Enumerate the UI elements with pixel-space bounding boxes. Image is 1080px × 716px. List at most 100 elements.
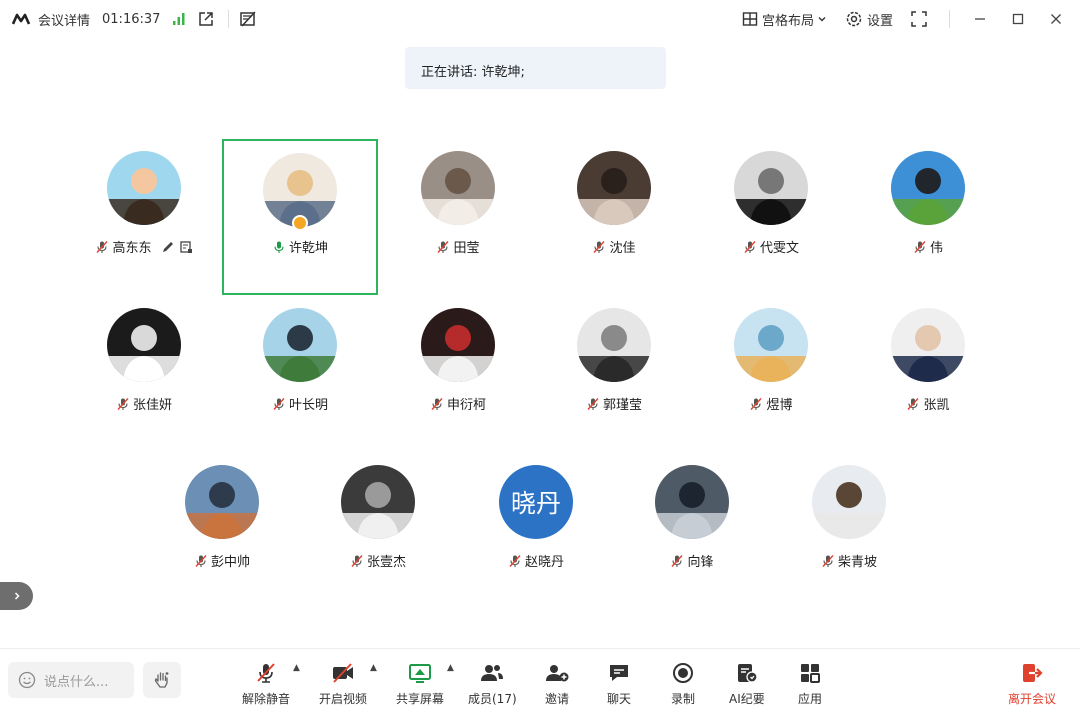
settings-button[interactable]: 设置	[845, 10, 893, 29]
mic-muted-icon	[509, 554, 521, 567]
raise-hand-button[interactable]	[143, 662, 181, 698]
meeting-info-link[interactable]: 会议详情	[38, 10, 90, 29]
avatar	[341, 465, 415, 539]
ai-notes-label: AI纪要	[729, 692, 765, 706]
mic-muted-icon	[437, 240, 450, 253]
participant-name-row: 高东东	[66, 237, 222, 256]
participant-name-row: 叶长明	[222, 394, 378, 413]
annotate-icon[interactable]	[239, 10, 257, 28]
participant-name: 张凯	[923, 398, 950, 413]
mic-muted-icon	[671, 554, 684, 567]
participant-tile[interactable]: 申衍柯	[380, 296, 536, 452]
fullscreen-button[interactable]	[911, 11, 931, 27]
participant-tile[interactable]: 代雯文	[693, 139, 849, 295]
participant-tile[interactable]: 沈佳	[536, 139, 692, 295]
participant-name: 煜博	[766, 398, 793, 413]
avatar-photo	[891, 151, 965, 225]
camera-off-icon	[333, 663, 353, 683]
audio-options-caret[interactable]: ▲	[293, 663, 300, 673]
participant-name-row: 申衍柯	[380, 394, 536, 413]
signal-icon[interactable]	[172, 12, 186, 26]
avatar	[577, 151, 651, 225]
avatar	[263, 308, 337, 382]
ai-notes-icon	[737, 664, 758, 683]
participant-tile[interactable]: 叶长明	[222, 296, 378, 452]
chat-label: 聊天	[607, 692, 632, 706]
popout-icon[interactable]	[198, 11, 214, 27]
mic-muted-icon	[117, 397, 129, 410]
participant-name: 申衍柯	[446, 398, 486, 413]
share-options-caret[interactable]: ▲	[447, 663, 454, 673]
avatar	[107, 151, 181, 225]
apps-button[interactable]: 应用	[798, 661, 822, 707]
participant-name: 向锋	[687, 555, 714, 570]
mic-muted-icon	[593, 240, 606, 253]
window-divider	[949, 10, 950, 28]
avatar-photo	[107, 308, 181, 382]
participant-tile[interactable]: 张壹杰	[300, 453, 456, 609]
participant-tile[interactable]: 张凯	[850, 296, 1006, 452]
participant-tile[interactable]: 向锋	[614, 453, 770, 609]
invite-button[interactable]: 邀请	[544, 661, 570, 707]
participant-name: 叶长明	[288, 398, 328, 413]
participant-name-row: 许乾坤	[224, 237, 376, 256]
participant-name-row: 张佳妍	[66, 394, 222, 413]
start-video-button[interactable]: 开启视频	[319, 661, 367, 707]
grid-layout-icon	[742, 12, 758, 26]
settings-label: 设置	[866, 13, 893, 29]
unmute-label: 解除静音	[242, 692, 291, 706]
layout-label: 宫格布局	[761, 13, 814, 29]
participant-name: 赵晓丹	[524, 555, 564, 570]
participant-name-row: 张壹杰	[300, 551, 456, 570]
chat-button[interactable]: 聊天	[607, 661, 631, 707]
avatar-photo	[577, 308, 651, 382]
maximize-button[interactable]	[1010, 11, 1026, 27]
minimize-button[interactable]	[972, 11, 988, 27]
close-button[interactable]	[1048, 11, 1064, 27]
close-icon	[1051, 14, 1061, 24]
chevron-right-icon	[14, 592, 20, 600]
leave-meeting-button[interactable]: 离开会议	[1008, 661, 1056, 707]
participant-name: 田莹	[453, 241, 480, 256]
participant-tile[interactable]: 田莹	[380, 139, 536, 295]
participant-name-row: 伟	[850, 237, 1006, 256]
participant-name: 沈佳	[609, 241, 636, 256]
host-badge-icon	[292, 215, 308, 231]
members-button[interactable]: 成员(17)	[468, 661, 517, 707]
participant-tile[interactable]: 伟	[850, 139, 1006, 295]
unmute-button[interactable]: 解除静音	[242, 661, 290, 707]
side-panel-toggle[interactable]	[0, 582, 33, 610]
app-logo-icon	[12, 13, 31, 25]
record-button[interactable]: 录制	[671, 661, 695, 707]
avatar-photo	[263, 308, 337, 382]
ai-notes-button[interactable]: AI纪要	[729, 661, 765, 707]
mic-muted-icon	[195, 554, 207, 567]
share-screen-button[interactable]: 共享屏幕	[396, 661, 444, 707]
chat-icon	[610, 665, 628, 681]
participant-tile[interactable]: 柴青坡	[771, 453, 927, 609]
layout-dropdown[interactable]: 宫格布局	[742, 10, 831, 29]
members-label: 成员(17)	[468, 692, 517, 706]
participant-tile[interactable]: 高东东	[66, 139, 222, 295]
participant-tile[interactable]: 彭中帅	[144, 453, 300, 609]
participant-name-row: 沈佳	[536, 237, 692, 256]
participant-name-row: 张凯	[850, 394, 1006, 413]
participant-name-row: 向锋	[614, 551, 770, 570]
mic-muted-icon	[750, 397, 763, 410]
participant-name-row: 柴青坡	[771, 551, 927, 570]
leave-meeting-label: 离开会议	[1008, 692, 1057, 706]
participant-tile[interactable]: 张佳妍	[66, 296, 222, 452]
chat-quick-input[interactable]: 说点什么...	[8, 662, 134, 698]
mic-muted-icon	[273, 397, 285, 410]
participant-tile[interactable]: 郭瑾莹	[536, 296, 692, 452]
start-video-label: 开启视频	[319, 692, 368, 706]
chevron-down-icon	[818, 17, 826, 22]
video-options-caret[interactable]: ▲	[370, 663, 377, 673]
participant-name-row: 郭瑾莹	[536, 394, 692, 413]
participant-tile[interactable]: 许乾坤	[222, 139, 378, 295]
participant-tile[interactable]: 晓丹 赵晓丹	[458, 453, 614, 609]
avatar	[734, 151, 808, 225]
record-label: 录制	[671, 692, 696, 706]
avatar-photo	[107, 151, 181, 225]
participant-tile[interactable]: 煜博	[693, 296, 849, 452]
